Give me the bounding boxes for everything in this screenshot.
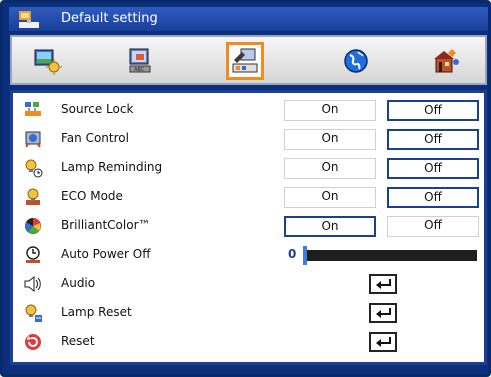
row-label: Reset: [61, 334, 95, 348]
auto-power-off-icon: [23, 245, 43, 265]
fan-control-on-option[interactable]: On: [284, 129, 376, 150]
row-reset: Reset: [13, 329, 484, 355]
row-label: ECO Mode: [61, 189, 123, 203]
lamp-reset-icon: [23, 303, 43, 323]
row-label: BrilliantColor™: [61, 218, 151, 232]
reset-icon: [23, 332, 43, 352]
row-label: Audio: [61, 276, 96, 290]
brilliantcolor-on-option[interactable]: On: [284, 216, 376, 237]
source-lock-on-option[interactable]: On: [284, 100, 376, 121]
enter-arrow-icon: [376, 279, 391, 289]
tab-setup[interactable]: [226, 42, 264, 80]
enter-arrow-icon: [376, 308, 391, 318]
brilliantcolor-off-option[interactable]: Off: [387, 216, 479, 237]
tab-options[interactable]: [428, 42, 466, 80]
enter-arrow-icon: [376, 337, 391, 347]
tab-image[interactable]: [28, 42, 66, 80]
eco-mode-on-option[interactable]: On: [284, 187, 376, 208]
lamp-reminding-on-option[interactable]: On: [284, 158, 376, 179]
row-label: Source Lock: [61, 102, 134, 116]
source-lock-off-option[interactable]: Off: [387, 100, 479, 121]
auto-power-off-value: 0: [288, 247, 297, 261]
row-brilliantcolor: BrilliantColor™ On Off: [13, 213, 484, 239]
svg-text:ABC: ABC: [134, 67, 145, 73]
window-title: Default setting: [61, 11, 158, 26]
image-settings-icon: [34, 49, 62, 75]
row-label: Auto Power Off: [61, 247, 151, 261]
setup-settings-icon: [232, 48, 258, 73]
brilliantcolor-icon: [23, 216, 43, 236]
row-audio: Audio: [13, 271, 484, 297]
auto-power-off-slider[interactable]: [303, 250, 477, 261]
row-lamp-reminding: Lamp Reminding On Off: [13, 155, 484, 181]
lamp-reset-enter-button[interactable]: [369, 303, 397, 323]
row-label: Lamp Reset: [61, 305, 132, 319]
setup-menu-icon: [19, 11, 39, 28]
fan-control-off-option[interactable]: Off: [387, 129, 479, 150]
lamp-reminding-off-option[interactable]: Off: [387, 158, 479, 179]
osd-window: Default setting ABC Source Lock On Off F…: [0, 0, 491, 377]
row-label: Fan Control: [61, 131, 129, 145]
row-fan-control: Fan Control On Off: [13, 126, 484, 152]
tab-bar: ABC: [10, 35, 487, 85]
fan-control-icon: [23, 129, 43, 149]
display-settings-icon: ABC: [129, 48, 151, 73]
tab-language[interactable]: [337, 42, 375, 80]
row-eco-mode: ECO Mode On Off: [13, 184, 484, 210]
options-house-icon: [434, 49, 459, 73]
reset-enter-button[interactable]: [369, 332, 397, 352]
row-auto-power-off: Auto Power Off 0: [13, 242, 484, 268]
language-globe-icon: [344, 49, 368, 73]
title-bar: Default setting: [9, 7, 488, 31]
tab-display[interactable]: ABC: [122, 42, 160, 80]
lamp-reminding-icon: [23, 158, 43, 178]
eco-mode-icon: [23, 187, 43, 207]
speaker-icon: [23, 274, 43, 294]
audio-enter-button[interactable]: [369, 274, 397, 294]
row-label: Lamp Reminding: [61, 160, 163, 174]
source-lock-icon: [23, 100, 43, 120]
row-source-lock: Source Lock On Off: [13, 97, 484, 123]
auto-power-off-slider-knob[interactable]: [303, 246, 307, 265]
row-lamp-reset: Lamp Reset: [13, 300, 484, 326]
settings-panel: Source Lock On Off Fan Control On Off La…: [10, 90, 487, 365]
eco-mode-off-option[interactable]: Off: [387, 187, 479, 208]
